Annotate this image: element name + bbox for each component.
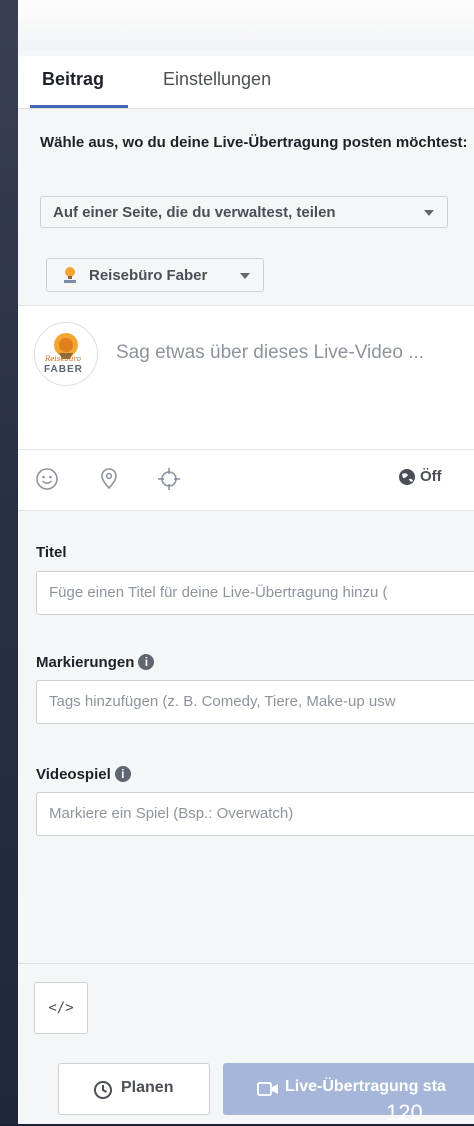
game-label-text: Videospiel xyxy=(36,766,111,783)
video-camera-icon xyxy=(257,1082,278,1096)
location-pin-icon[interactable] xyxy=(96,466,122,492)
tags-label-text: Markierungen xyxy=(36,654,135,671)
tags-input[interactable]: Tags hinzufügen (z. B. Comedy, Tiere, Ma… xyxy=(36,680,474,724)
title-input[interactable]: Füge einen Titel für deine Live-Übertrag… xyxy=(36,571,474,615)
schedule-label: Planen xyxy=(121,1079,174,1096)
embed-code-button[interactable]: </> xyxy=(34,982,88,1034)
page-logo-icon xyxy=(64,267,76,283)
title-placeholder: Füge einen Titel für deine Live-Übertrag… xyxy=(49,584,388,601)
chevron-down-icon xyxy=(240,273,250,279)
game-input[interactable]: Markiere ein Spiel (Bsp.: Overwatch) xyxy=(36,792,474,836)
tags-placeholder: Tags hinzufügen (z. B. Comedy, Tiere, Ma… xyxy=(49,693,396,710)
audience-selector[interactable]: Öff xyxy=(420,468,442,485)
destination-prompt: Wähle aus, wo du deine Live-Übertragung … xyxy=(40,134,468,151)
tab-einstellungen[interactable]: Einstellungen xyxy=(163,69,271,90)
page-selected: Reisebüro Faber xyxy=(89,267,208,284)
target-icon[interactable] xyxy=(156,466,182,492)
tags-label: Markierungen i xyxy=(36,654,155,671)
avatar-brand-text: FABER xyxy=(44,364,83,375)
tab-bar: Beitrag Einstellungen xyxy=(18,56,474,109)
game-placeholder: Markiere ein Spiel (Bsp.: Overwatch) xyxy=(49,805,294,822)
destination-selected: Auf einer Seite, die du verwaltest, teil… xyxy=(53,204,336,221)
live-dialog: Beitrag Einstellungen Wähle aus, wo du d… xyxy=(18,0,474,1124)
schedule-button[interactable]: Planen xyxy=(58,1063,210,1115)
composer-actions: Öff xyxy=(18,449,474,510)
avatar-small-text: Reisebüro xyxy=(45,355,81,363)
status-input[interactable]: Sag etwas über dieses Live-Video ... xyxy=(116,342,424,364)
globe-icon xyxy=(399,469,415,485)
go-live-label: Live-Übertragung sta xyxy=(285,1078,446,1095)
dialog-header xyxy=(18,0,474,50)
composer: Reisebüro FABER Sag etwas über dieses Li… xyxy=(18,305,474,511)
active-tab-indicator xyxy=(30,105,128,108)
page-selector[interactable]: Reisebüro Faber xyxy=(46,258,264,292)
clock-icon xyxy=(94,1081,112,1099)
title-label: Titel xyxy=(36,544,67,561)
destination-dropdown[interactable]: Auf einer Seite, die du verwaltest, teil… xyxy=(40,196,448,228)
page-number: 120 xyxy=(386,1100,423,1125)
chevron-down-icon xyxy=(424,210,434,216)
go-live-button[interactable]: Live-Übertragung sta xyxy=(223,1063,474,1115)
info-icon[interactable]: i xyxy=(138,654,155,670)
info-icon[interactable]: i xyxy=(114,766,131,782)
emoji-icon[interactable] xyxy=(34,466,60,492)
tab-beitrag[interactable]: Beitrag xyxy=(42,69,104,90)
avatar: Reisebüro FABER xyxy=(34,322,98,386)
background-edge xyxy=(0,0,20,1124)
game-label: Videospiel i xyxy=(36,766,131,783)
